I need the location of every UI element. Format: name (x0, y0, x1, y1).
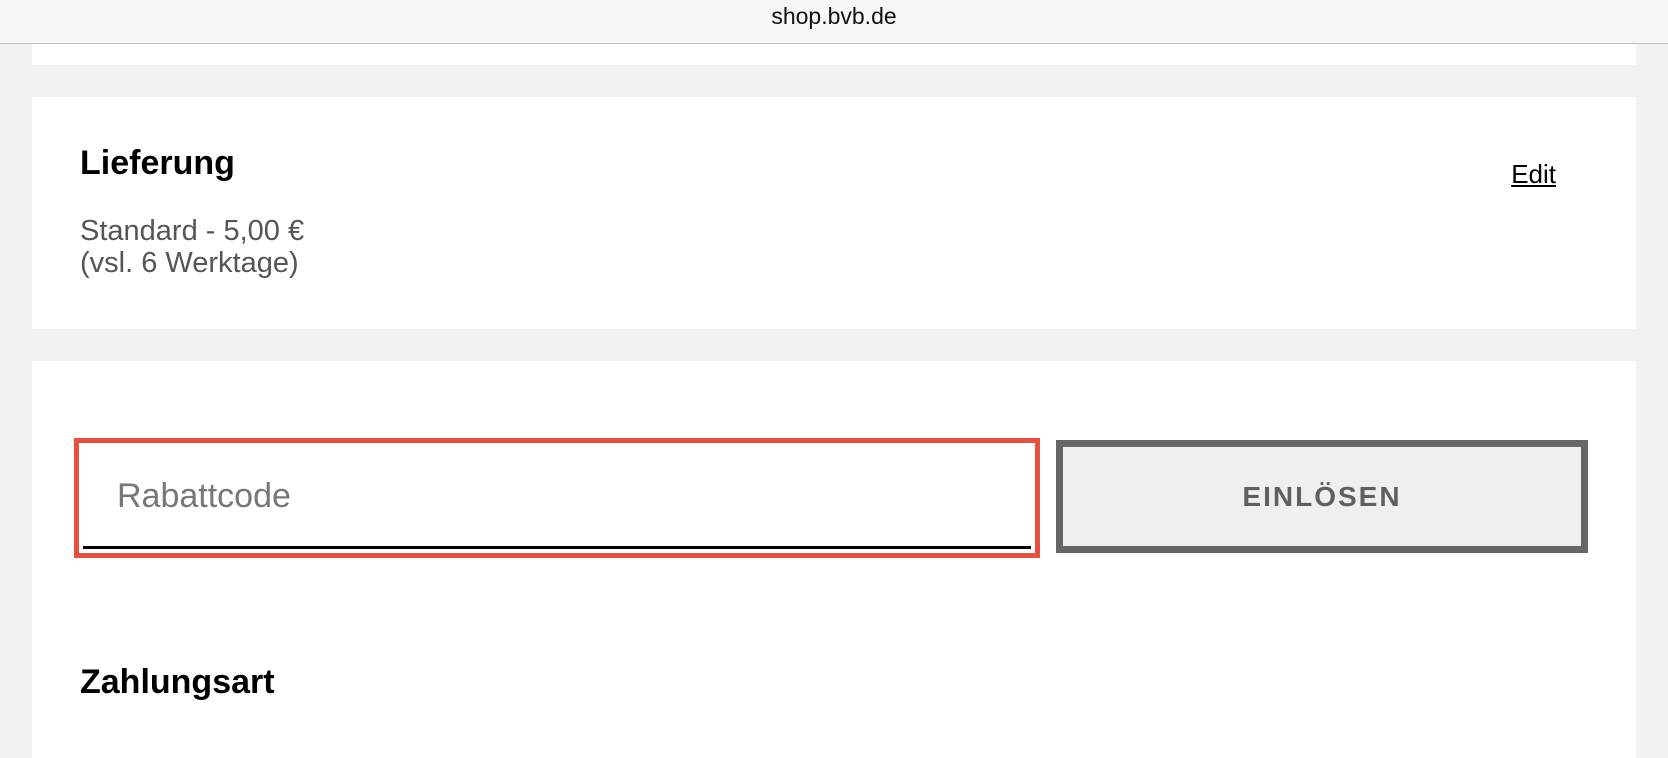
delivery-duration: (vsl. 6 Werktage) (80, 247, 299, 279)
delivery-method: Standard - 5,00 € (80, 215, 305, 247)
delivery-section: Lieferung Edit Standard - 5,00 € (vsl. 6… (32, 97, 1636, 329)
coupon-input-highlight (74, 438, 1040, 558)
coupon-code-input[interactable] (83, 447, 1031, 549)
delivery-title: Lieferung (80, 144, 235, 182)
browser-address-bar[interactable]: shop.bvb.de (0, 0, 1668, 44)
coupon-payment-section: EINLÖSEN Zahlungsart (32, 361, 1636, 758)
payment-method-title: Zahlungsart (80, 663, 275, 701)
edit-delivery-link[interactable]: Edit (1511, 159, 1556, 190)
redeem-coupon-button[interactable]: EINLÖSEN (1056, 440, 1588, 553)
previous-section-card (32, 44, 1636, 65)
url-text: shop.bvb.de (771, 3, 897, 29)
